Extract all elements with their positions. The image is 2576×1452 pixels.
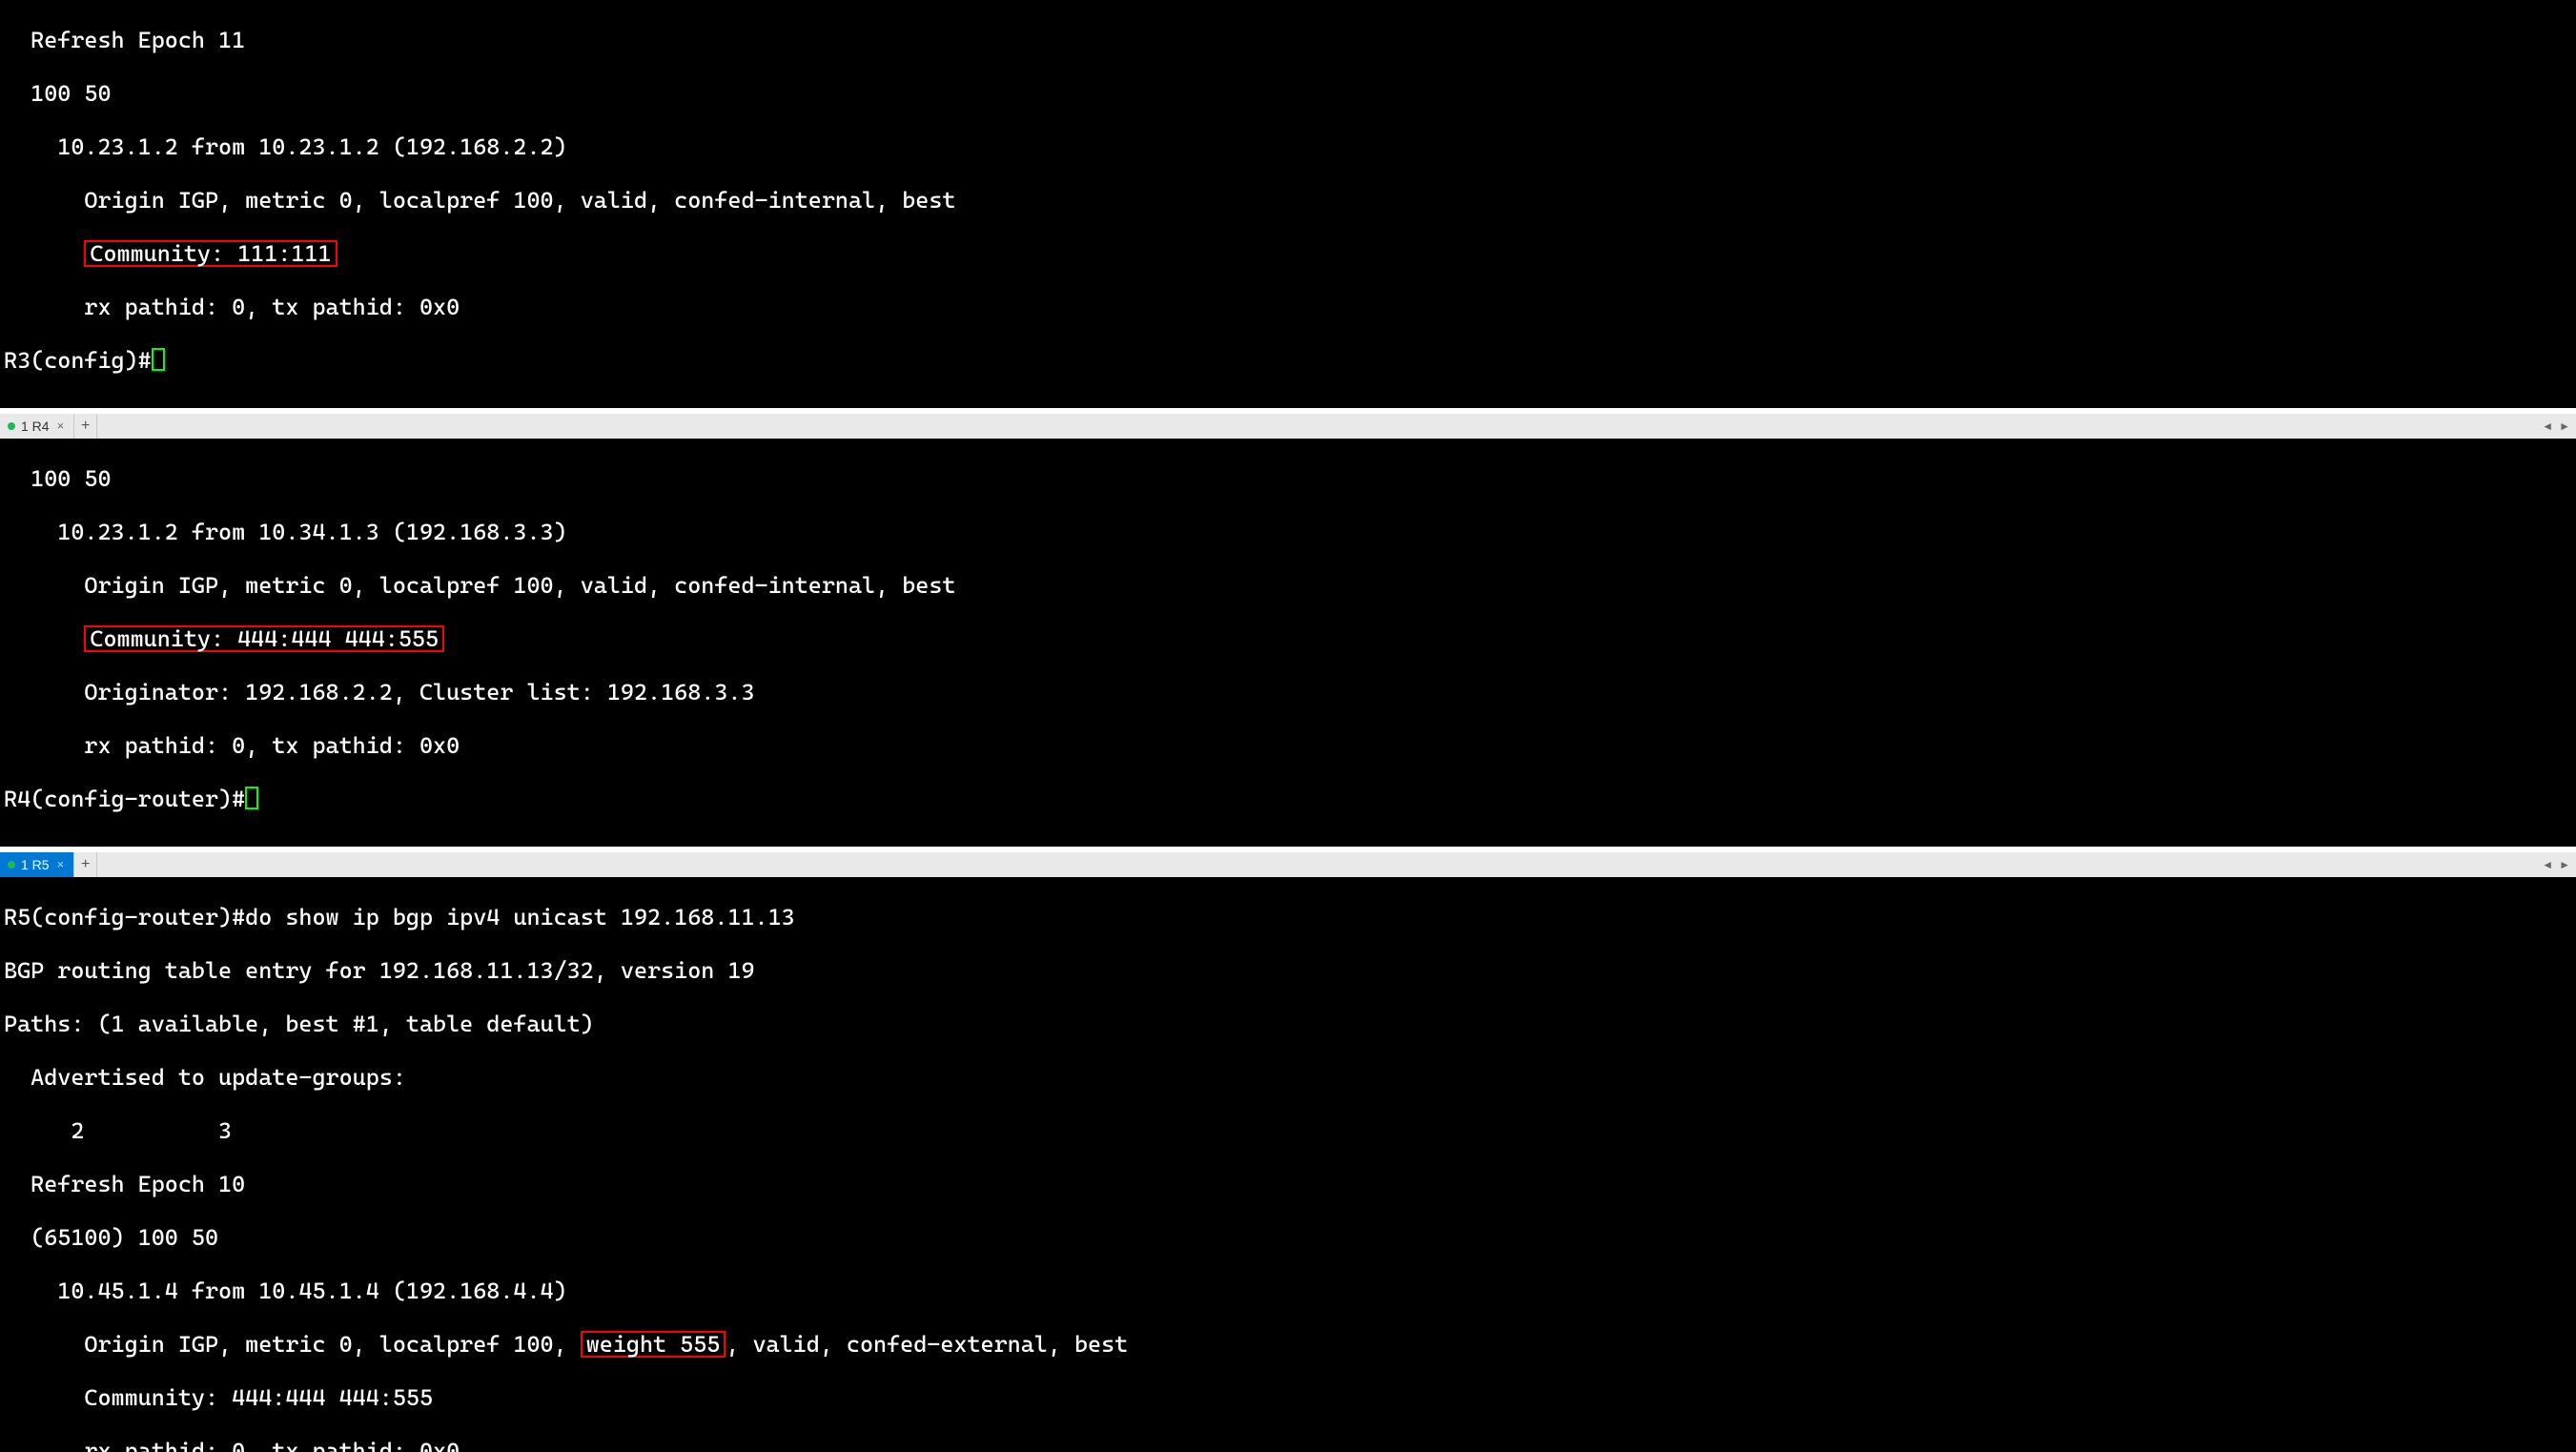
line-fragment: , valid, confed-external, best: [726, 1331, 1128, 1358]
new-tab-button[interactable]: +: [74, 852, 97, 877]
prompt-line[interactable]: R4(config-router)#: [4, 786, 2572, 812]
tab-label: 1 R5: [21, 851, 50, 878]
terminal-cursor: [152, 348, 165, 371]
terminal-pane-r4[interactable]: 100 50 10.23.1.2 from 10.34.1.3 (192.168…: [0, 439, 2576, 847]
status-dot-icon: [8, 422, 15, 430]
output-line: 10.23.1.2 from 10.23.1.2 (192.168.2.2): [4, 133, 2572, 160]
output-line: 100 50: [4, 465, 2572, 492]
tab-scroll-controls: ◄ ►: [2536, 414, 2576, 439]
tabbar-r4: 1 R4 × + ◄ ►: [0, 414, 2576, 439]
output-line: Refresh Epoch 11: [4, 27, 2572, 53]
weight-highlight-box: weight 555: [581, 1331, 726, 1358]
tab-label: 1 R4: [21, 413, 50, 440]
scroll-left-icon[interactable]: ◄: [2542, 851, 2553, 878]
output-line: (65100) 100 50: [4, 1224, 2572, 1251]
output-line: rx pathid: 0, tx pathid: 0x0: [4, 294, 2572, 320]
community-highlight-box: Community: 111:111: [84, 240, 337, 267]
output-line: Refresh Epoch 10: [4, 1171, 2572, 1197]
output-line: Originator: 192.168.2.2, Cluster list: 1…: [4, 679, 2572, 706]
output-line: BGP routing table entry for 192.168.11.1…: [4, 957, 2572, 984]
terminal-pane-r3[interactable]: Refresh Epoch 11 100 50 10.23.1.2 from 1…: [0, 0, 2576, 408]
output-line: 10.45.1.4 from 10.45.1.4 (192.168.4.4): [4, 1278, 2572, 1304]
status-dot-icon: [8, 861, 15, 869]
tab-r5[interactable]: 1 R5 ×: [0, 852, 74, 877]
indent: [4, 240, 84, 267]
output-line: 100 50: [4, 80, 2572, 107]
output-line: Advertised to update-groups:: [4, 1064, 2572, 1091]
output-line: Origin IGP, metric 0, localpref 100, wei…: [4, 1331, 2572, 1358]
output-line: rx pathid: 0, tx pathid: 0x0: [4, 732, 2572, 759]
tab-r4[interactable]: 1 R4 ×: [0, 414, 74, 439]
output-line: Community: 444:444 444:555: [4, 625, 2572, 652]
output-line: 2 3: [4, 1117, 2572, 1144]
close-icon[interactable]: ×: [55, 413, 67, 440]
prompt-line[interactable]: R3(config)#: [4, 347, 2572, 374]
new-tab-button[interactable]: +: [74, 414, 97, 439]
community-highlight-box: Community: 444:444 444:555: [84, 625, 444, 652]
output-line: Origin IGP, metric 0, localpref 100, val…: [4, 187, 2572, 214]
prompt-text: R4(config-router)#: [4, 786, 245, 812]
line-fragment: Origin IGP, metric 0, localpref 100,: [4, 1331, 581, 1358]
scroll-right-icon[interactable]: ►: [2559, 413, 2570, 440]
scroll-right-icon[interactable]: ►: [2559, 851, 2570, 878]
terminal-pane-r5[interactable]: R5(config-router)#do show ip bgp ipv4 un…: [0, 877, 2576, 1452]
indent: [4, 625, 84, 652]
output-line: Paths: (1 available, best #1, table defa…: [4, 1011, 2572, 1037]
output-line: R5(config-router)#do show ip bgp ipv4 un…: [4, 904, 2572, 931]
scroll-left-icon[interactable]: ◄: [2542, 413, 2553, 440]
output-line: 10.23.1.2 from 10.34.1.3 (192.168.3.3): [4, 519, 2572, 545]
output-line: Community: 111:111: [4, 240, 2572, 267]
prompt-text: R3(config)#: [4, 347, 152, 374]
output-line: rx pathid: 0, tx pathid: 0x0: [4, 1438, 2572, 1452]
close-icon[interactable]: ×: [55, 851, 67, 878]
output-line: Community: 444:444 444:555: [4, 1384, 2572, 1411]
tab-scroll-controls: ◄ ►: [2536, 852, 2576, 877]
tabbar-r5: 1 R5 × + ◄ ►: [0, 852, 2576, 877]
output-line: Origin IGP, metric 0, localpref 100, val…: [4, 572, 2572, 599]
terminal-cursor: [245, 787, 258, 809]
